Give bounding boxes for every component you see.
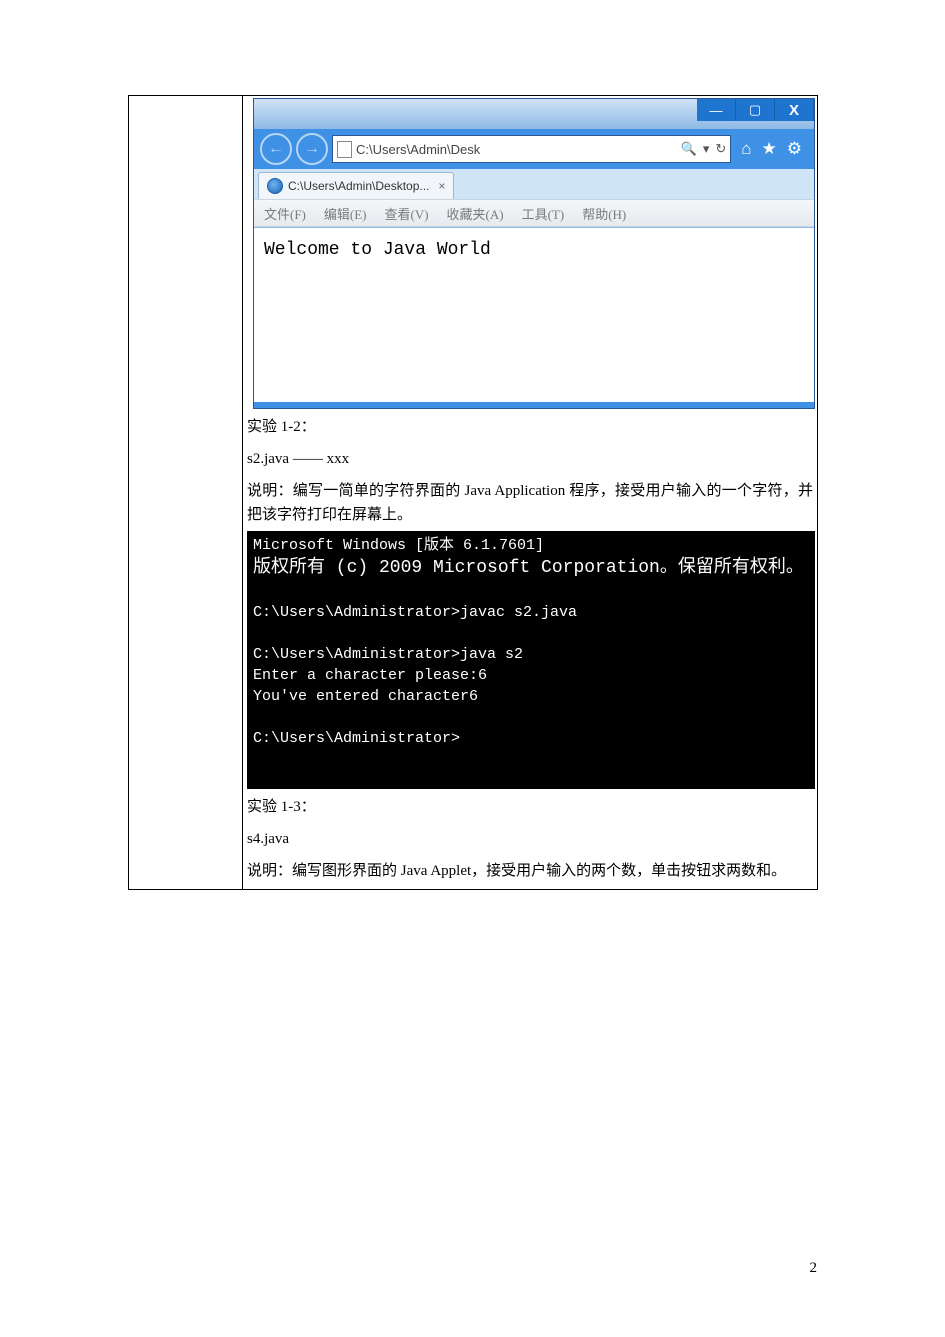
- console-line: Microsoft Windows [版本 6.1.7601]: [253, 537, 544, 554]
- exp-1-3-desc: 说明：编写图形界面的 Java Applet，接受用户输入的两个数，单击按钮求两…: [243, 853, 817, 889]
- refresh-icon[interactable]: ↻: [715, 141, 726, 157]
- page-number: 2: [810, 1260, 818, 1277]
- exp-1-3-title: 实验 1-3：: [243, 789, 817, 821]
- ie-window: — ▢ X ← → C:\Users\Admin\Desk 🔍 ▾: [253, 98, 815, 409]
- gear-icon[interactable]: ⚙: [787, 139, 802, 159]
- tab-close-icon[interactable]: ×: [438, 179, 445, 193]
- right-content-cell: — ▢ X ← → C:\Users\Admin\Desk 🔍 ▾: [243, 96, 818, 890]
- ie-tabbar: C:\Users\Admin\Desktop... ×: [254, 169, 814, 199]
- exp-1-3-file: s4.java: [243, 821, 817, 853]
- address-bar[interactable]: C:\Users\Admin\Desk 🔍 ▾ ↻: [332, 135, 731, 163]
- console-line: C:\Users\Administrator>java s2: [253, 646, 523, 663]
- ie-navbar: ← → C:\Users\Admin\Desk 🔍 ▾ ↻: [254, 129, 814, 169]
- browser-tab[interactable]: C:\Users\Admin\Desktop... ×: [258, 172, 454, 199]
- console-line: Enter a character please:6: [253, 667, 487, 684]
- ie-bottom-border: [254, 402, 814, 408]
- forward-icon[interactable]: →: [296, 133, 328, 165]
- ie-logo-icon: [267, 178, 283, 194]
- search-icon[interactable]: 🔍: [681, 141, 697, 157]
- menu-file[interactable]: 文件(F): [264, 204, 306, 223]
- maximize-button[interactable]: ▢: [736, 99, 775, 121]
- menu-tools[interactable]: 工具(T): [522, 204, 565, 223]
- console-line: You've entered character6: [253, 688, 478, 705]
- exp-1-2-title: 实验 1-2：: [243, 409, 817, 441]
- dropdown-icon[interactable]: ▾: [703, 141, 710, 157]
- tab-title: C:\Users\Admin\Desktop...: [288, 179, 429, 193]
- console-line: 版权所有 (c) 2009 Microsoft Corporation。保留所有…: [253, 558, 804, 578]
- doc-table: — ▢ X ← → C:\Users\Admin\Desk 🔍 ▾: [128, 95, 818, 890]
- close-button[interactable]: X: [775, 99, 814, 121]
- left-empty-cell: [129, 96, 243, 890]
- exp-1-2-desc: 说明：编写一简单的字符界面的 Java Application 程序，接受用户输…: [243, 473, 817, 529]
- console-line: C:\Users\Administrator>javac s2.java: [253, 604, 577, 621]
- console-line: C:\Users\Administrator>: [253, 730, 460, 747]
- ie-page-content: Welcome to Java World: [254, 227, 814, 402]
- back-icon[interactable]: ←: [260, 133, 292, 165]
- menu-help[interactable]: 帮助(H): [582, 204, 626, 223]
- page-icon: [337, 141, 352, 158]
- minimize-button[interactable]: —: [697, 99, 736, 121]
- exp-1-2-file: s2.java —— xxx: [243, 441, 817, 473]
- menu-favorites[interactable]: 收藏夹(A): [447, 204, 504, 223]
- console-output: Microsoft Windows [版本 6.1.7601] 版权所有 (c)…: [247, 531, 815, 789]
- ie-titlebar: — ▢ X: [254, 99, 814, 129]
- home-icon[interactable]: ⌂: [741, 139, 751, 159]
- menu-edit[interactable]: 编辑(E): [324, 204, 367, 223]
- ie-menubar: 文件(F) 编辑(E) 查看(V) 收藏夹(A) 工具(T) 帮助(H): [254, 199, 814, 227]
- address-text: C:\Users\Admin\Desk: [356, 142, 677, 157]
- menu-view[interactable]: 查看(V): [385, 204, 429, 223]
- favorites-icon[interactable]: ★: [762, 139, 777, 159]
